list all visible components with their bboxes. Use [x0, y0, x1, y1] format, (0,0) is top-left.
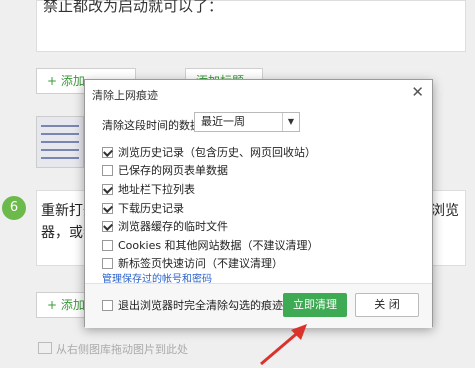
clear-on-exit-label: 退出浏览器时完全清除勾选的痕迹	[118, 299, 283, 312]
time-range-value: 最近一周	[201, 115, 245, 128]
clear-history-dialog: 清除上网痕迹 ✕ 清除这段时间的数据： 最近一周 ▼ 浏览历史记录（包含历史、网…	[84, 79, 433, 328]
checkbox[interactable]	[102, 203, 113, 214]
checkbox[interactable]	[102, 300, 113, 311]
clear-on-exit-option[interactable]: 退出浏览器时完全清除勾选的痕迹	[102, 297, 283, 313]
time-range-select[interactable]: 最近一周 ▼	[194, 112, 300, 132]
arrow-pointer-icon	[260, 324, 307, 366]
chevron-down-icon: ▼	[282, 113, 299, 131]
option-label: 已保存的网页表单数据	[118, 164, 228, 177]
previous-step-card: 禁止都改为启动就可以了：	[36, 0, 466, 52]
drop-hint-text: 从右侧图库拖动图片到此处	[56, 343, 188, 356]
option-label: 下载历史记录	[118, 202, 184, 215]
option-cookies[interactable]: Cookies 和其他网站数据（不建议清理）	[102, 237, 319, 253]
checkbox[interactable]	[102, 147, 113, 158]
option-address-bar[interactable]: 地址栏下拉列表	[102, 181, 195, 197]
option-label: Cookies 和其他网站数据（不建议清理）	[118, 239, 319, 252]
option-download-history[interactable]: 下载历史记录	[102, 200, 184, 216]
dialog-body: 清除这段时间的数据： 最近一周 ▼ 浏览历史记录（包含历史、网页回收站） 已保存…	[85, 104, 432, 290]
dialog-title: 清除上网痕迹	[92, 89, 158, 102]
option-label: 新标签页快速访问（不建议清理）	[118, 257, 283, 270]
clean-now-button[interactable]: 立即清理	[283, 293, 347, 317]
option-label: 浏览器缓存的临时文件	[118, 220, 228, 233]
close-icon[interactable]: ✕	[411, 83, 424, 101]
checkbox[interactable]	[102, 184, 113, 195]
option-label: 地址栏下拉列表	[118, 183, 195, 196]
drop-image-hint: 从右侧图库拖动图片到此处	[38, 341, 188, 357]
option-browsing-history[interactable]: 浏览历史记录（包含历史、网页回收站）	[102, 144, 316, 160]
checkbox[interactable]	[102, 258, 113, 269]
option-form-data[interactable]: 已保存的网页表单数据	[102, 162, 228, 178]
previous-step-text: 禁止都改为启动就可以了：	[43, 0, 224, 15]
checkbox[interactable]	[102, 221, 113, 232]
image-icon	[38, 342, 52, 354]
checkbox[interactable]	[102, 240, 113, 251]
step-thumbnail[interactable]	[36, 116, 84, 168]
close-button[interactable]: 关 闭	[355, 293, 419, 317]
checkbox[interactable]	[102, 165, 113, 176]
option-cache[interactable]: 浏览器缓存的临时文件	[102, 218, 228, 234]
step-number-badge: 6	[2, 196, 26, 220]
option-new-tab[interactable]: 新标签页快速访问（不建议清理）	[102, 255, 283, 271]
option-label: 浏览历史记录（包含历史、网页回收站）	[118, 146, 316, 159]
